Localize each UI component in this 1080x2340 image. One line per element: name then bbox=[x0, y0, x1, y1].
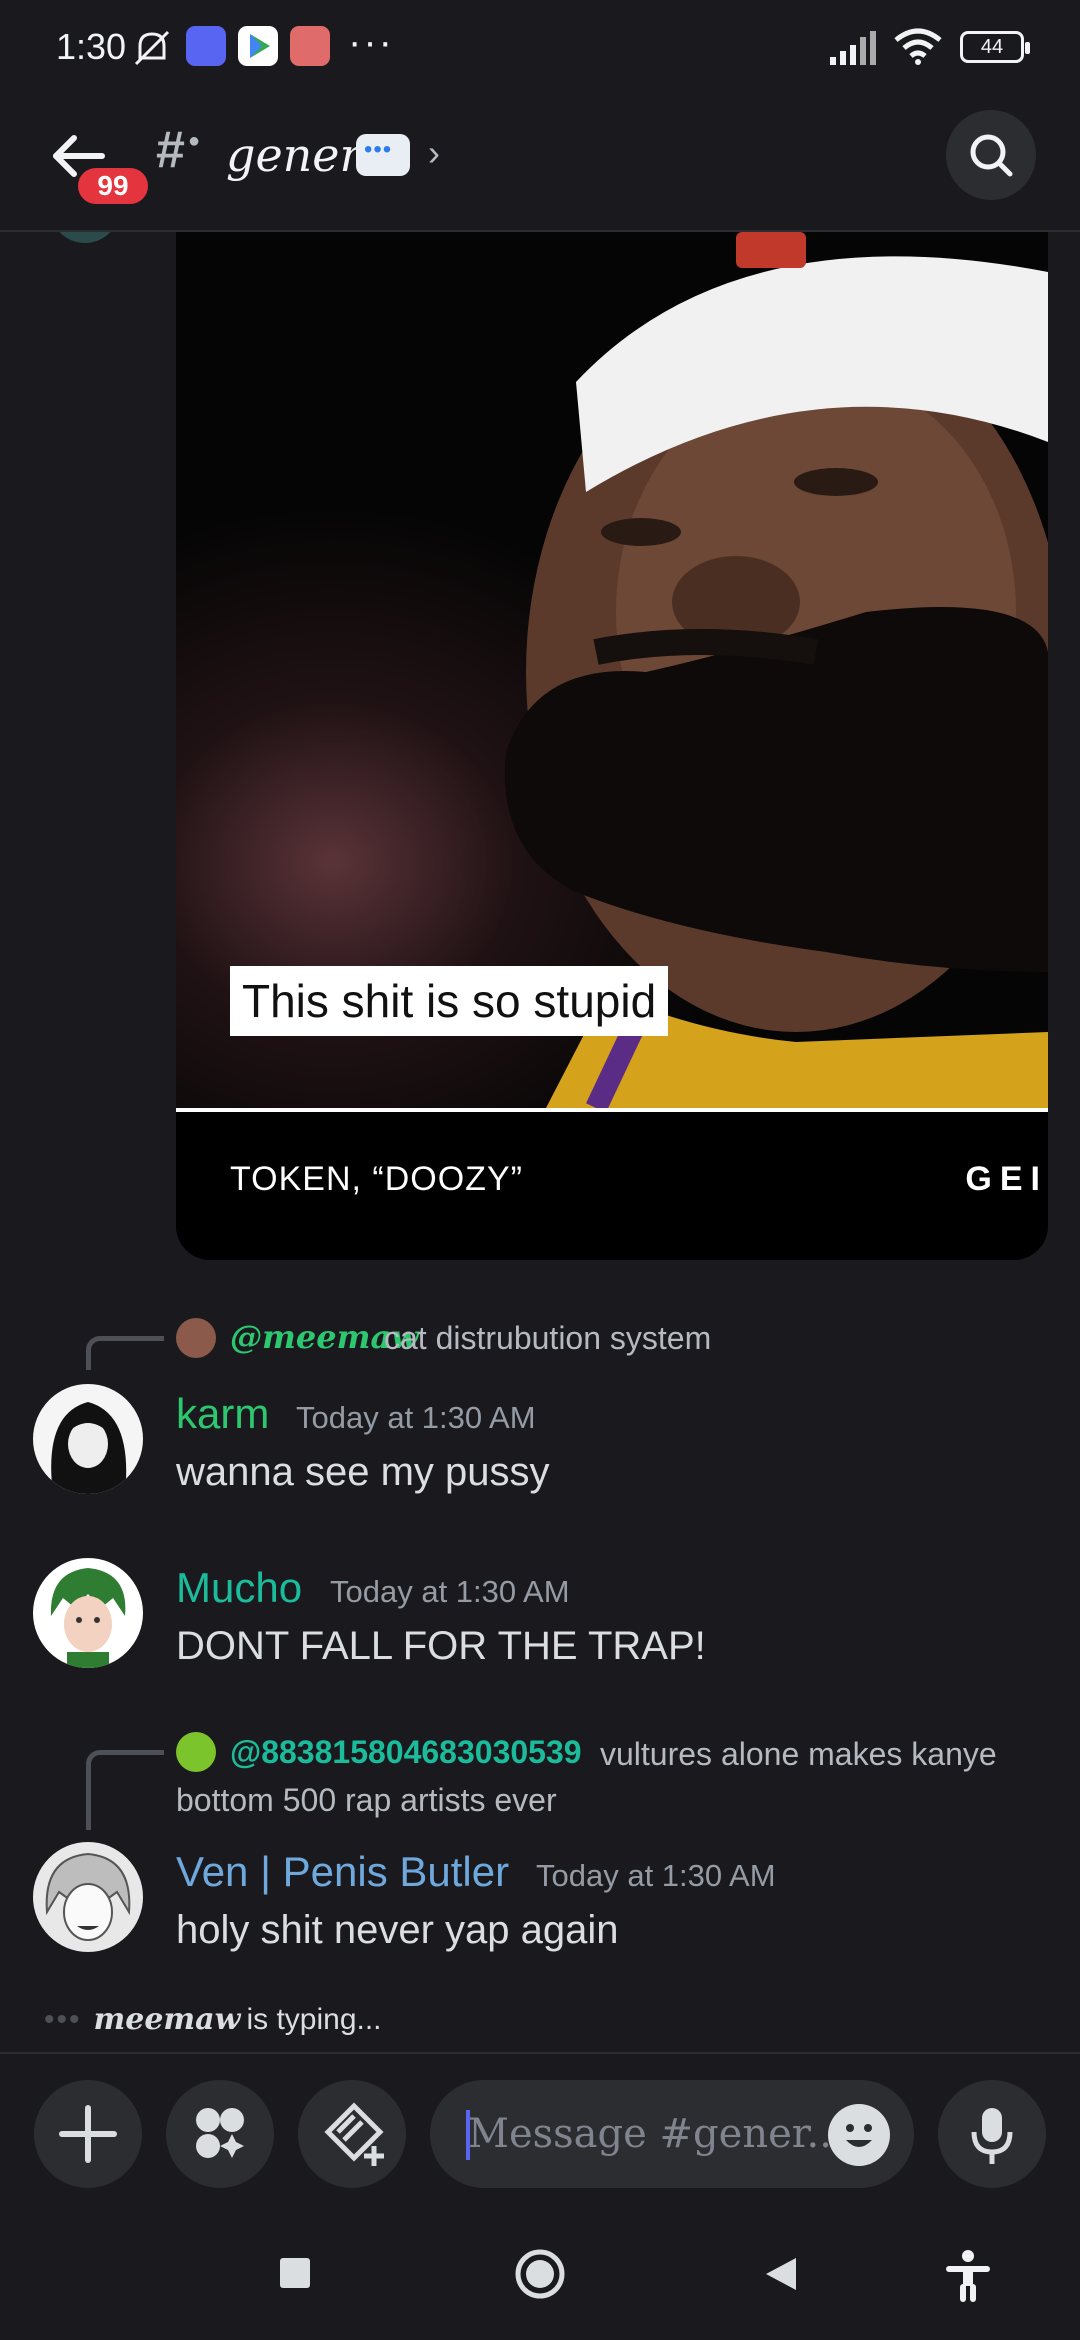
avatar-image bbox=[45, 1852, 131, 1941]
emoji-button[interactable] bbox=[828, 2104, 890, 2166]
reply-connector bbox=[86, 1336, 164, 1370]
emoji-icon bbox=[846, 2124, 872, 2147]
image-embed[interactable]: This shit is so stupid TOKEN, “DOOZY” GE… bbox=[176, 232, 1048, 1260]
reply-preview-text[interactable]: cat distrubution system bbox=[384, 1320, 711, 1357]
add-attachment-button[interactable] bbox=[34, 2080, 142, 2188]
reply-avatar bbox=[176, 1732, 216, 1772]
muted-bell-icon bbox=[134, 30, 170, 66]
username[interactable]: Mucho bbox=[176, 1564, 302, 1612]
typing-username: meemaw bbox=[93, 2002, 241, 2037]
typing-indicator: ••• meemaw is typing... bbox=[44, 2002, 382, 2037]
apps-icon bbox=[196, 2108, 244, 2158]
typing-suffix: is typing... bbox=[246, 2003, 382, 2036]
search-button[interactable] bbox=[946, 110, 1036, 200]
text-cursor bbox=[466, 2110, 470, 2160]
embed-footer-logo: GEI bbox=[965, 1160, 1048, 1198]
unread-badge: 99 bbox=[74, 164, 152, 208]
clock: 1:30 bbox=[56, 26, 127, 67]
search-icon bbox=[970, 134, 1013, 177]
divider bbox=[176, 1108, 1048, 1112]
voice-message-button[interactable] bbox=[938, 2080, 1046, 2188]
wifi-icon bbox=[894, 28, 942, 65]
system-nav-bar bbox=[0, 2208, 1080, 2340]
status-bar: 1:30 ··· 44 bbox=[0, 0, 1080, 96]
recents-square-icon[interactable] bbox=[278, 2256, 312, 2290]
battery-icon: 44 bbox=[960, 31, 1030, 63]
plus-icon bbox=[59, 2105, 117, 2163]
apps-button[interactable] bbox=[166, 2080, 274, 2188]
message-text: wanna see my pussy bbox=[176, 1450, 550, 1494]
speech-bubble-icon bbox=[356, 134, 410, 176]
accessibility-icon[interactable] bbox=[940, 2248, 996, 2304]
message-text: DONT FALL FOR THE TRAP! bbox=[176, 1624, 706, 1668]
avatar[interactable] bbox=[33, 1842, 143, 1952]
username[interactable]: karm bbox=[176, 1390, 269, 1438]
avatar[interactable] bbox=[33, 1558, 143, 1668]
play-store-icon bbox=[238, 26, 278, 66]
chevron-right-icon: › bbox=[428, 132, 440, 173]
avatar-image bbox=[51, 1402, 127, 1494]
message-composer bbox=[0, 2052, 1080, 2208]
image-caption: This shit is so stupid bbox=[230, 966, 669, 1036]
reply-preview-text-line2[interactable]: bottom 500 rap artists ever bbox=[176, 1782, 557, 1819]
home-circle-icon[interactable] bbox=[512, 2246, 568, 2302]
game-app-icon bbox=[290, 26, 330, 66]
timestamp: Today at 1:30 AM bbox=[296, 1400, 536, 1435]
meme-image[interactable]: This shit is so stupid bbox=[176, 232, 1048, 1108]
status-right: 44 bbox=[828, 28, 1030, 66]
avatar-image bbox=[50, 1568, 126, 1668]
username[interactable]: Ven | Penis Butler bbox=[176, 1848, 509, 1896]
lock-icon: ● bbox=[188, 130, 201, 152]
embed-footer-title: TOKEN, “DOOZY” bbox=[230, 1160, 523, 1198]
timestamp: Today at 1:30 AM bbox=[330, 1574, 570, 1609]
reply-mention[interactable]: @883815804683030539 bbox=[230, 1734, 582, 1771]
signal-icon bbox=[830, 31, 876, 65]
reply-connector bbox=[86, 1750, 164, 1830]
sticker-plus-icon bbox=[324, 2102, 384, 2166]
channel-hash-icon: # bbox=[156, 121, 185, 179]
timestamp: Today at 1:30 AM bbox=[536, 1858, 776, 1893]
discord-app-icon bbox=[186, 26, 226, 66]
reply-preview-text[interactable]: vultures alone makes kanye bbox=[600, 1736, 997, 1773]
microphone-icon bbox=[971, 2108, 1013, 2164]
gift-button[interactable] bbox=[298, 2080, 406, 2188]
channel-header: 99 # ● general › bbox=[0, 96, 1080, 232]
typing-dots-icon: ••• bbox=[44, 2003, 82, 2036]
avatar[interactable] bbox=[33, 1384, 143, 1494]
reply-avatar bbox=[176, 1318, 216, 1358]
more-notifications-icon: ··· bbox=[348, 20, 394, 64]
message-text: holy shit never yap again bbox=[176, 1908, 619, 1952]
back-triangle-icon[interactable] bbox=[760, 2254, 800, 2294]
